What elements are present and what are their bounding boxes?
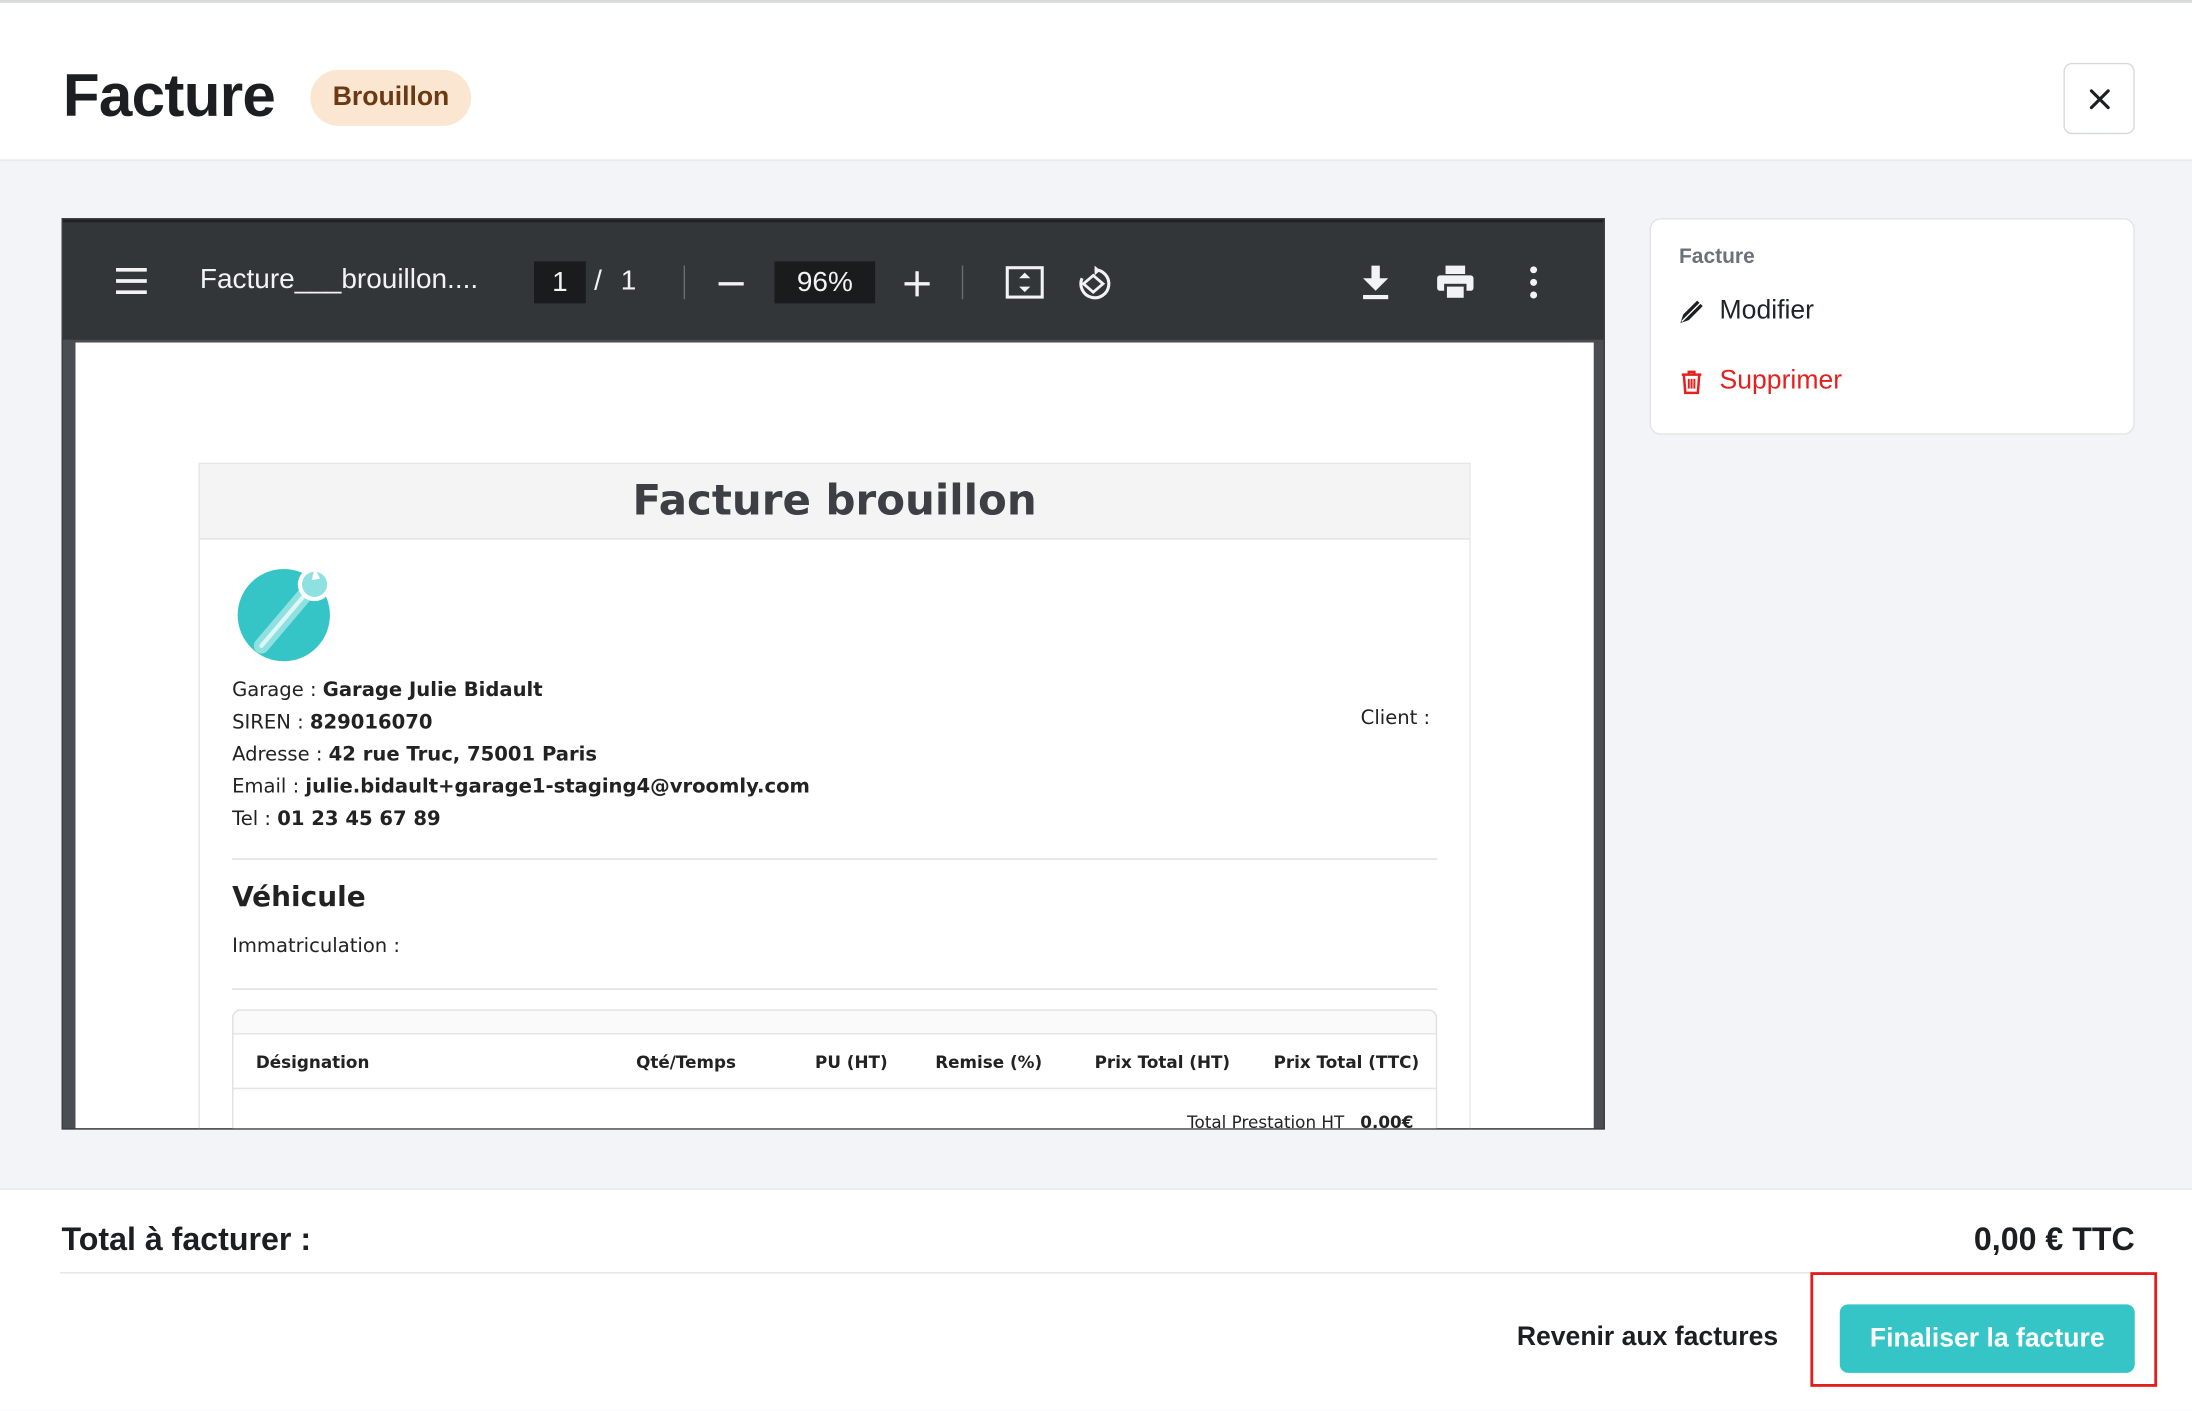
address-line: Adresse : 42 rue Truc, 75001 Paris [232, 743, 597, 767]
invoice-modal: Facture Brouillon Facture___brouillon...… [0, 0, 2192, 1411]
col-qty: Qté/Temps [636, 1052, 736, 1073]
total-label: Total à facturer : [61, 1220, 312, 1257]
vehicle-heading: Véhicule [232, 879, 366, 913]
col-total-ttc: Prix Total (TTC) [1273, 1052, 1420, 1073]
invoice-document: Facture brouillon Garage : Garage Julie … [198, 462, 1471, 1130]
toolbar-divider [683, 265, 686, 300]
delete-button[interactable]: Supprimer [1678, 366, 1842, 397]
actions-card-title: Facture [1678, 244, 1755, 269]
zoom-level-input[interactable]: 96% [774, 261, 876, 304]
document-title: Facture brouillon [199, 464, 1470, 540]
items-table: Désignation Qté/Temps PU (HT) Remise (%)… [232, 1009, 1438, 1130]
zoom-in-icon[interactable] [903, 270, 931, 298]
siren-line: SIREN : 829016070 [232, 711, 433, 734]
divider [232, 858, 1438, 860]
more-options-icon[interactable] [1528, 266, 1539, 300]
edit-button[interactable]: Modifier [1678, 296, 1814, 327]
garage-logo [237, 567, 332, 662]
pdf-toolbar: Facture___brouillon.... 1 / 1 96% [62, 219, 1604, 340]
print-icon[interactable] [1436, 264, 1475, 301]
table-header: Désignation Qté/Temps PU (HT) Remise (%)… [233, 1033, 1436, 1090]
col-total-ht: Prix Total (HT) [1094, 1052, 1231, 1073]
footer-bar: Total à facturer : 0,00 € TTC Revenir au… [0, 1188, 2192, 1411]
header-bar: Facture Brouillon [0, 0, 2192, 161]
close-button[interactable] [2063, 62, 2135, 135]
pencil-icon [1680, 300, 1703, 323]
col-designation: Désignation [255, 1052, 370, 1073]
pdf-page: Facture brouillon Garage : Garage Julie … [75, 342, 1594, 1130]
toolbar-divider [961, 265, 964, 300]
edit-label: Modifier [1719, 296, 1815, 326]
email-line: Email : julie.bidault+garage1-staging4@v… [232, 775, 810, 799]
status-badge: Brouillon [310, 69, 472, 126]
download-icon[interactable] [1360, 264, 1391, 300]
menu-icon[interactable] [115, 266, 149, 297]
page-separator: / [594, 265, 602, 297]
divider [232, 988, 1438, 990]
page-title: Facture [62, 62, 276, 131]
rotate-icon[interactable] [1075, 264, 1114, 303]
zoom-out-icon[interactable] [717, 270, 745, 298]
table-totals: Total Prestation HT 0,00€ [233, 1090, 1436, 1130]
pdf-filename: Facture___brouillon.... [199, 264, 479, 295]
garage-info: Garage : Garage Julie Bidault SIREN : 82… [232, 675, 810, 836]
page-total: 1 [620, 265, 637, 297]
close-icon [2089, 88, 2110, 109]
col-unit-price: PU (HT) [815, 1052, 888, 1073]
total-value: 0,00 € TTC [1973, 1220, 2135, 1257]
delete-label: Supprimer [1719, 366, 1843, 396]
back-to-invoices-link[interactable]: Revenir aux factures [1517, 1323, 1778, 1354]
immatriculation-label: Immatriculation : [232, 935, 401, 958]
client-label: Client : [1360, 707, 1431, 730]
pdf-viewer: Facture___brouillon.... 1 / 1 96% Factur… [61, 218, 1605, 1130]
total-prestation: Total Prestation HT 0,00€ [1187, 1112, 1414, 1130]
fit-page-icon[interactable] [1005, 266, 1044, 300]
trash-icon [1681, 370, 1702, 395]
col-discount: Remise (%) [935, 1052, 1043, 1073]
page-number-input[interactable]: 1 [534, 261, 586, 304]
garage-line: Garage : Garage Julie Bidault [232, 679, 543, 702]
highlight-box [1810, 1272, 2158, 1387]
tel-line: Tel : 01 23 45 67 89 [232, 808, 441, 831]
